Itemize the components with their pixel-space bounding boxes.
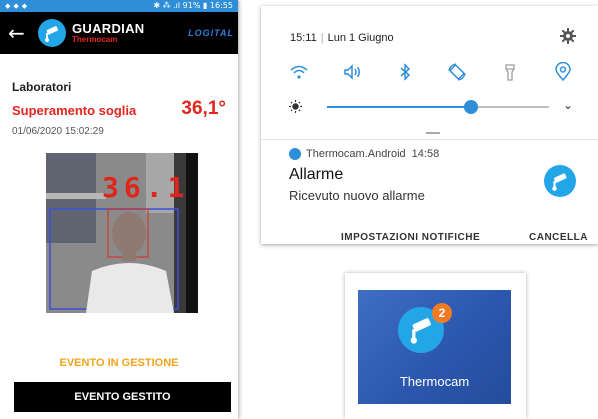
photo-temperature-overlay: 36.1 bbox=[102, 171, 190, 204]
app-bar: ← GUARDIAN Thermocam LOGITAL bbox=[0, 12, 238, 54]
alarm-timestamp: 01/06/2020 15:02:29 bbox=[12, 126, 104, 137]
status-right-text: ✱ ⁂ .ıl 91% ▮ 16:55 bbox=[153, 1, 233, 10]
thermocam-logo-icon bbox=[38, 19, 66, 47]
volume-icon[interactable] bbox=[342, 62, 362, 82]
qs-time: 15:11 bbox=[290, 32, 317, 44]
app-screen: ◆ ◆ ◆ ✱ ⁂ .ıl 91% ▮ 16:55 ← GUARDIAN The… bbox=[0, 0, 238, 419]
brand-subtitle: Thermocam bbox=[72, 35, 118, 44]
notification-settings-button[interactable]: IMPOSTAZIONI NOTIFICHE bbox=[341, 232, 480, 243]
flashlight-icon[interactable] bbox=[500, 62, 520, 82]
notification-title[interactable]: Allarme bbox=[289, 166, 343, 184]
auto-rotate-icon[interactable] bbox=[447, 62, 467, 82]
location-title: Laboratori bbox=[12, 80, 72, 94]
chevron-down-icon[interactable]: ⌄ bbox=[563, 98, 573, 112]
qs-separator: | bbox=[320, 32, 324, 44]
partner-logo: LOGITAL bbox=[188, 28, 234, 38]
alarm-title: Superamento soglia bbox=[12, 103, 137, 118]
quick-settings-toggles bbox=[289, 62, 573, 82]
arrow-back-icon[interactable]: ← bbox=[8, 12, 34, 54]
wifi-icon[interactable] bbox=[289, 62, 309, 82]
status-notification-icons: ◆ ◆ ◆ bbox=[5, 0, 27, 12]
location-icon[interactable] bbox=[553, 62, 573, 82]
brightness-track-filled bbox=[327, 106, 472, 108]
thermocam-notification-icon bbox=[544, 165, 576, 197]
notification-header: Thermocam.Android 14:58 bbox=[289, 148, 439, 160]
notification-app-name: Thermocam.Android bbox=[306, 148, 406, 160]
notification-shade: 15:11 | Lun 1 Giugno ⌄ Thermocam.Android… bbox=[261, 6, 598, 244]
brightness-track-empty bbox=[471, 106, 549, 108]
thermal-camera-photo: 36.1 bbox=[46, 153, 198, 313]
launcher-background: 2 Thermocam bbox=[358, 290, 511, 404]
bluetooth-icon[interactable] bbox=[395, 62, 415, 82]
brand-text: GUARDIAN Thermocam bbox=[72, 22, 144, 44]
brightness-icon bbox=[289, 100, 302, 113]
brand-title: GUARDIAN bbox=[72, 21, 145, 36]
alarm-temperature: 36,1° bbox=[181, 98, 226, 119]
notification-icon: ◆ bbox=[13, 2, 19, 10]
divider bbox=[261, 139, 598, 140]
qs-date: Lun 1 Giugno bbox=[327, 32, 394, 44]
status-bar: ◆ ◆ ◆ ✱ ⁂ .ıl 91% ▮ 16:55 bbox=[0, 0, 238, 12]
drag-handle[interactable] bbox=[426, 132, 440, 134]
event-handled-button[interactable]: EVENTO GESTITO bbox=[14, 382, 231, 412]
app-small-icon bbox=[289, 148, 301, 160]
app-label: Thermocam bbox=[399, 374, 470, 389]
clear-button[interactable]: CANCELLA bbox=[529, 232, 588, 243]
notification-count-badge: 2 bbox=[432, 303, 452, 323]
notification-time: 14:58 bbox=[411, 148, 440, 160]
qs-datetime: 15:11 | Lun 1 Giugno bbox=[290, 32, 394, 44]
app-icon-tile: 2 Thermocam bbox=[345, 273, 526, 419]
notification-icon: ◆ bbox=[21, 2, 28, 10]
notification-icon: ◆ bbox=[5, 2, 11, 10]
gear-icon[interactable] bbox=[560, 28, 576, 44]
event-status: EVENTO IN GESTIONE bbox=[59, 357, 179, 369]
brightness-slider[interactable]: ⌄ bbox=[289, 98, 573, 114]
brightness-knob[interactable] bbox=[464, 100, 479, 114]
notification-text[interactable]: Ricevuto nuovo allarme bbox=[289, 188, 425, 203]
